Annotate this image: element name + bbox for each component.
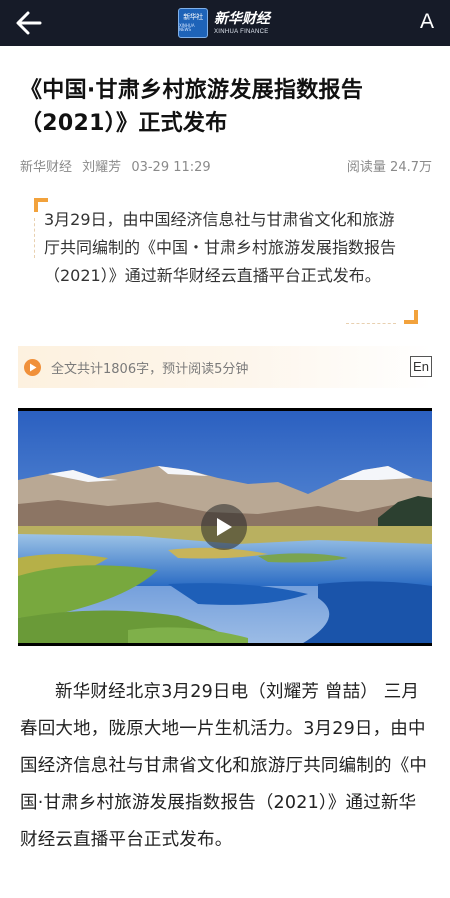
reading-info-bar: 全文共计1806字，预计阅读5分钟 En: [18, 346, 432, 388]
brand-logo: 新华社 XINHUA NEWS 新华财经 XINHUA FINANCE: [178, 7, 270, 39]
video-player[interactable]: [18, 408, 432, 646]
brand-box-top-text: 新华社: [183, 13, 203, 21]
summary-text: 3月29日，由中国经济信息社与甘肃省文化和旅游厅共同编制的《中国・甘肃乡村旅游发…: [44, 210, 397, 285]
brand-name-cn: 新华财经: [214, 10, 270, 27]
summary-dashed-border: [34, 218, 35, 258]
reading-info-text: 全文共计1806字，预计阅读5分钟: [51, 361, 249, 377]
read-count: 阅读量 24.7万: [346, 160, 432, 175]
brand-name-en: XINHUA FINANCE: [214, 28, 269, 35]
video-play-button[interactable]: [201, 504, 247, 550]
article-datetime: 03-29 11:29: [131, 160, 211, 175]
article-title: 《中国·甘肃乡村旅游发展指数报告（2021）》正式发布: [20, 78, 364, 136]
article-author: 刘耀芳: [82, 160, 122, 175]
article-summary: 3月29日，由中国经济信息社与甘肃省文化和旅游厅共同编制的《中国・甘肃乡村旅游发…: [34, 198, 418, 324]
play-icon: [29, 363, 36, 371]
summary-dashed-border-bottom: [346, 323, 396, 324]
audio-play-button[interactable]: [24, 358, 41, 376]
article-body-paragraph: 新华财经北京3月29日电（刘耀芳 曾喆） 三月春回大地，陇原大地一片生机活力。3…: [20, 682, 428, 850]
back-button[interactable]: [14, 9, 44, 37]
article-meta: 新华财经 刘耀芳 03-29 11:29 阅读量 24.7万: [20, 156, 432, 175]
font-size-button[interactable]: A: [420, 10, 434, 34]
top-bar: 新华社 XINHUA NEWS 新华财经 XINHUA FINANCE A: [0, 0, 450, 46]
arrow-left-icon: [16, 11, 42, 35]
play-icon: [217, 518, 232, 536]
english-toggle-button[interactable]: En: [410, 356, 432, 377]
brand-box-bottom-text: XINHUA NEWS: [179, 23, 195, 32]
article-source[interactable]: 新华财经: [20, 160, 72, 175]
quote-corner-bottom-right: [404, 310, 418, 324]
xinhua-logo-box: 新华社 XINHUA NEWS: [178, 8, 208, 38]
